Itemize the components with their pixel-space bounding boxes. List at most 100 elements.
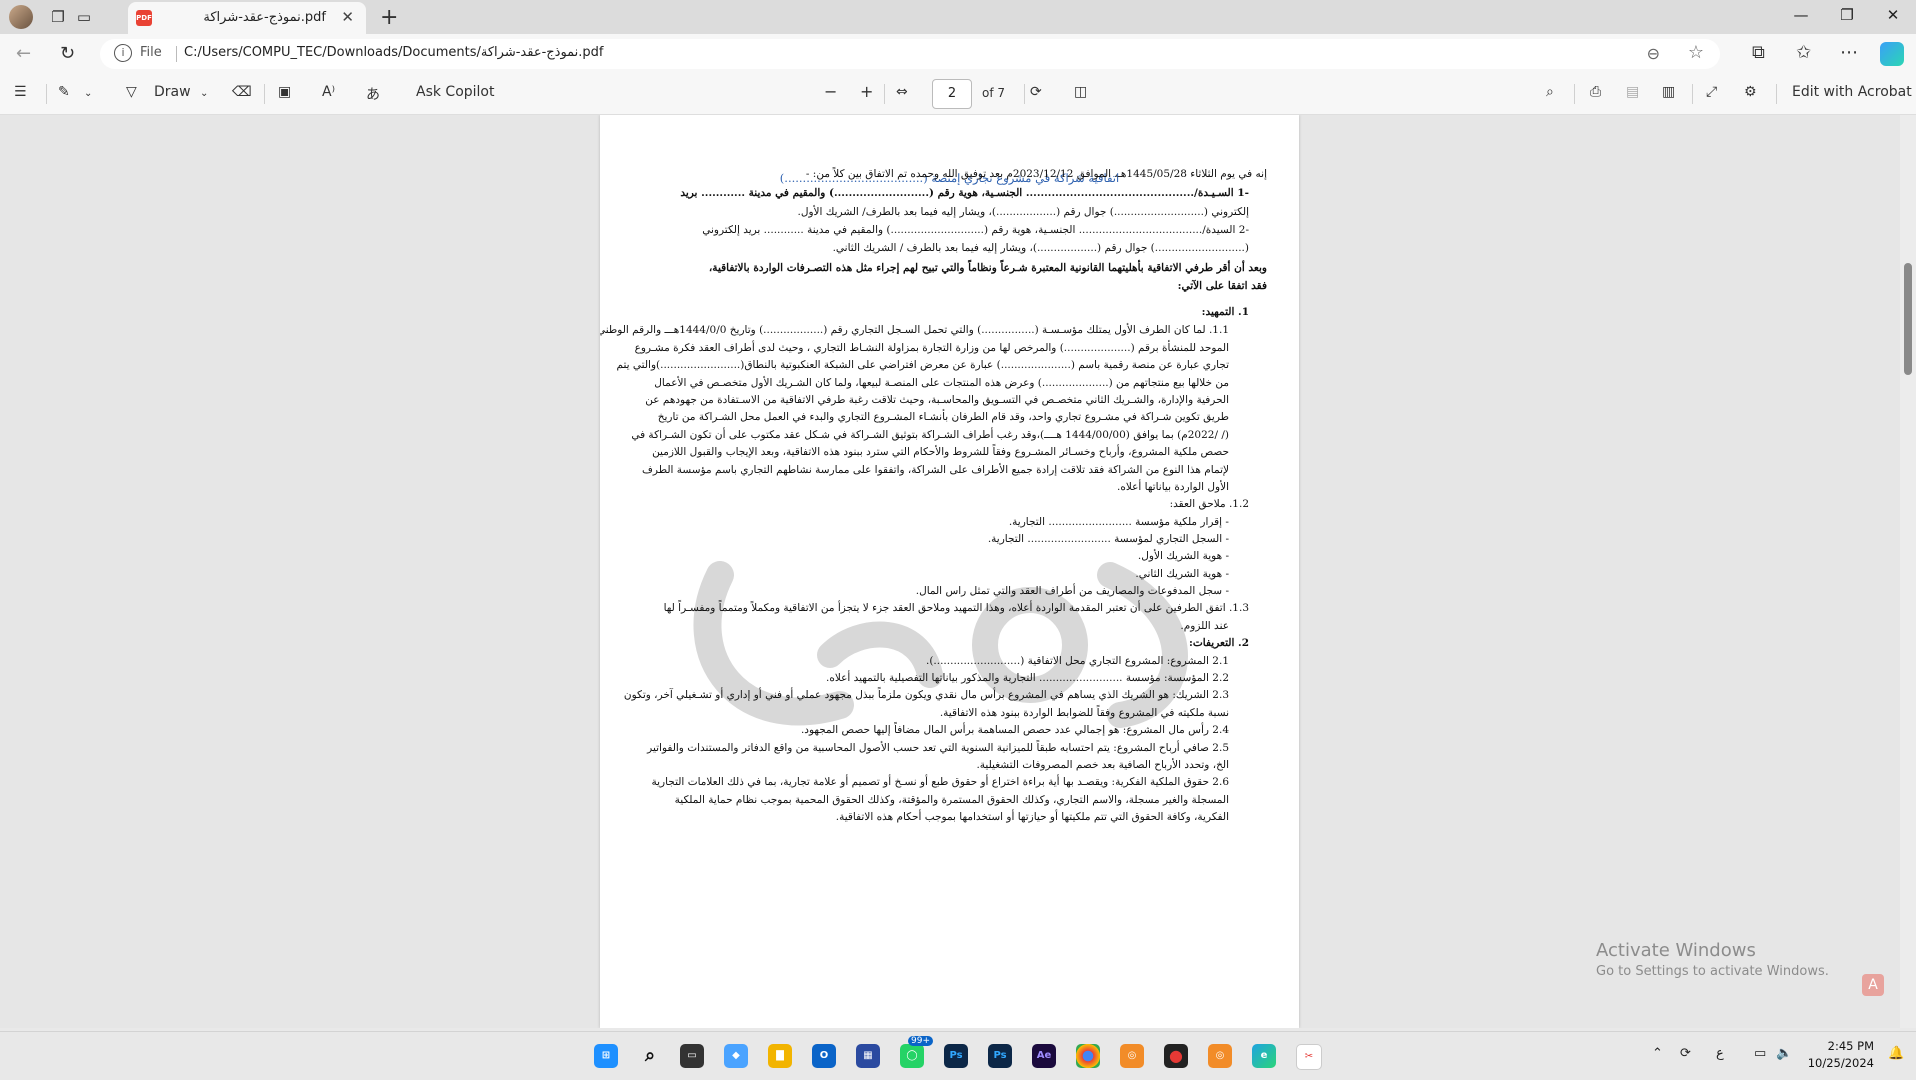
address-bar[interactable]: i File C:/Users/COMPU_TEC/Downloads/Docu… (100, 39, 1720, 69)
workspaces-icon[interactable]: ❐ (48, 7, 68, 27)
tab-actions-icon[interactable]: ▭ (74, 7, 94, 27)
network-icon[interactable]: ▭ (1754, 1046, 1766, 1061)
edit-with-acrobat-button[interactable]: Edit with Acrobat (1792, 84, 1912, 100)
page-view-icon[interactable]: ◫ (1074, 84, 1087, 100)
draw-button[interactable]: Draw (154, 84, 191, 100)
profile-avatar[interactable] (9, 5, 33, 29)
whatsapp-icon[interactable]: ◯ (900, 1044, 924, 1068)
scroll-thumb[interactable] (1904, 263, 1912, 375)
photoshop-2-icon[interactable]: Ps (988, 1044, 1012, 1068)
clause-1-1-l5: الحرفية والإدارة، والشـريك الثاني متخصـص… (645, 394, 1229, 406)
taskbar: ⊞ ⌕ ▭ ◆ ▇ O ▦ ◯ 99+ Ps Ps Ae ◎ ● ◎ e ✂ ⌃… (0, 1031, 1916, 1080)
tray-expand-icon[interactable]: ⌃ (1652, 1046, 1663, 1061)
info-icon[interactable]: i (114, 44, 132, 62)
clause-1-1-l2: الموحد للمنشأة برقم (...................… (634, 342, 1229, 354)
language-indicator[interactable]: ع (1716, 1046, 1724, 1061)
highlight-icon[interactable]: ✎ (58, 84, 70, 100)
erase-icon[interactable]: ⌫ (232, 84, 252, 100)
clause-1-1-l4: من خلالها بيع منتجاتهم من (.............… (654, 377, 1229, 389)
clause-1-1: 1.1. لما كان الطرف الأول يمتلك مؤسـسـة (… (600, 324, 1229, 336)
close-tab-icon[interactable]: ✕ (341, 8, 354, 26)
clause-1-1-l6: طريق تكوين شـراكة في مشـروع تجاري واحد، … (657, 411, 1229, 423)
intro-line: إنه في يوم الثلاثاء 1445/05/28هـ، المواف… (805, 168, 1267, 180)
snipping-tool-icon[interactable]: ✂ (1296, 1044, 1322, 1070)
pdf-toolbar: ☰ ✎ ⌄ ▽ Draw ⌄ ⌫ ▣ A⁾ あ Ask Copilot − + … (0, 74, 1916, 115)
read-aloud-icon[interactable]: A⁾ (322, 84, 335, 100)
file-explorer-icon[interactable]: ▇ (768, 1044, 792, 1068)
fullscreen-icon[interactable]: ⤢ (1706, 84, 1717, 100)
definition-2-6: 2.6 حقوق الملكية الفكرية: ويقصـد بها أية… (651, 776, 1229, 788)
back-icon[interactable]: ← (16, 43, 31, 64)
after-effects-icon[interactable]: Ae (1032, 1044, 1056, 1068)
print-icon[interactable]: ⎙ (1590, 84, 1601, 100)
page-number-input[interactable]: 2 (932, 79, 972, 109)
favorite-star-icon[interactable]: ☆ (1688, 42, 1704, 63)
party-1-line: -1 السـيـدة/............................… (680, 187, 1249, 199)
definition-2-3: 2.3 الشريك: هو الشريك الذي يساهم في المش… (623, 689, 1229, 701)
annex-item: - هوية الشريك الثاني. (1135, 568, 1229, 580)
draw-dropdown-icon[interactable]: ⌄ (200, 88, 208, 99)
annex-item: - سجل المدفوعات والمصاريف من أطراف العقد… (915, 585, 1229, 597)
close-window-icon[interactable]: ✕ (1878, 6, 1908, 24)
start-icon[interactable]: ⊞ (594, 1044, 618, 1068)
copilot-icon[interactable] (1880, 42, 1904, 66)
agreement-line: وبعد أن أقر طرفي الاتفاقية بأهليتهما الق… (708, 262, 1267, 274)
restore-icon[interactable]: ❐ (1832, 6, 1862, 24)
save-as-icon[interactable]: ▥ (1662, 84, 1675, 100)
activate-title: Activate Windows (1596, 940, 1756, 961)
zoom-in-button[interactable]: + (860, 82, 873, 101)
party-2-line: -2 السيدة/..............................… (702, 224, 1249, 236)
extensions-icon[interactable]: ⧉ (1752, 42, 1765, 63)
favorites-icon[interactable]: ✩ (1796, 42, 1811, 63)
rotate-icon[interactable]: ⟳ (1030, 84, 1042, 100)
tab-strip: ❐ ▭ PDF نموذج-عقد-شراكة.pdf ✕ + — ❐ ✕ (0, 0, 1916, 34)
ask-copilot-button[interactable]: Ask Copilot (416, 84, 495, 100)
url-text[interactable]: C:/Users/COMPU_TEC/Downloads/Documents/ن… (184, 45, 604, 60)
highlight-dropdown-icon[interactable]: ⌄ (84, 88, 92, 99)
acrobat-icon[interactable]: A (1862, 974, 1884, 996)
agreement-line-2: فقد اتفقا على الآتي: (1177, 280, 1267, 292)
definition-2-4: 2.4 رأس مال المشروع: هو إجمالي عدد حصص ا… (800, 724, 1229, 736)
clause-1-1-l7: (/ /2022م) بما يوافق (1444/00/00 هــــ)،… (631, 429, 1229, 441)
refresh-icon[interactable]: ↻ (60, 43, 75, 64)
party-1-line-2: إلكتروني (...........................) ج… (797, 206, 1250, 218)
outlook-icon[interactable]: O (812, 1044, 836, 1068)
recorder-icon[interactable]: ● (1164, 1044, 1188, 1068)
pdf-viewer[interactable]: اتفاقية شراكة في مشروع تجاري إمنصة (....… (0, 115, 1916, 1028)
clause-1-3-l2: عند اللزوم. (1180, 620, 1229, 632)
blender-icon[interactable]: ◎ (1120, 1044, 1144, 1068)
zoom-out-icon[interactable]: ⊖ (1647, 44, 1660, 63)
onedrive-sync-icon[interactable]: ⟳ (1680, 1046, 1691, 1061)
clause-1-1-l3: تجاري عبارة عن منصة رقمية باسم (........… (616, 359, 1229, 371)
translate-icon[interactable]: あ (366, 84, 380, 104)
fit-page-icon[interactable]: ⇔ (896, 84, 908, 100)
blender-2-icon[interactable]: ◎ (1208, 1044, 1232, 1068)
active-tab[interactable]: PDF نموذج-عقد-شراكة.pdf ✕ (128, 2, 366, 34)
text-box-icon[interactable]: ▣ (278, 84, 291, 100)
chrome-icon[interactable] (1076, 1044, 1100, 1068)
more-menu-icon[interactable]: ⋯ (1840, 42, 1858, 63)
clock[interactable]: 2:45 PM 10/25/2024 (1790, 1038, 1874, 1072)
definition-2-5: 2.5 صافي أرباح المشروع: يتم احتسابه طبقا… (647, 742, 1229, 754)
save-icon[interactable]: ▤ (1626, 84, 1639, 100)
contents-icon[interactable]: ☰ (14, 84, 27, 100)
definition-2-3-l2: نسبة ملكيته في المشروع وفقاً للضوابط الو… (939, 707, 1229, 719)
draw-icon[interactable]: ▽ (126, 84, 137, 100)
clause-1-3: 1.3. اتفق الطرفين على أن تعتبر المقدمة ا… (663, 602, 1249, 614)
new-tab-icon[interactable]: + (380, 5, 398, 30)
minimize-icon[interactable]: — (1786, 6, 1816, 24)
search-icon[interactable]: ⌕ (1546, 84, 1554, 100)
notification-bell-icon[interactable]: 🔔 (1888, 1046, 1904, 1061)
search-taskbar-icon[interactable]: ⌕ (638, 1044, 662, 1068)
photoshop-icon[interactable]: Ps (944, 1044, 968, 1068)
zoom-out-button[interactable]: − (824, 82, 837, 101)
widgets-icon[interactable]: ◆ (724, 1044, 748, 1068)
store-icon[interactable]: ▦ (856, 1044, 880, 1068)
edge-icon[interactable]: e (1252, 1044, 1276, 1068)
vertical-scrollbar[interactable] (1900, 115, 1916, 1028)
section-2-heading: 2. التعريفات: (1189, 637, 1249, 649)
scheme-label: File (140, 45, 162, 60)
settings-icon[interactable]: ⚙ (1744, 84, 1757, 100)
task-view-icon[interactable]: ▭ (680, 1044, 704, 1068)
annex-item: - إقرار ملكية مؤسسة ....................… (1008, 516, 1229, 528)
